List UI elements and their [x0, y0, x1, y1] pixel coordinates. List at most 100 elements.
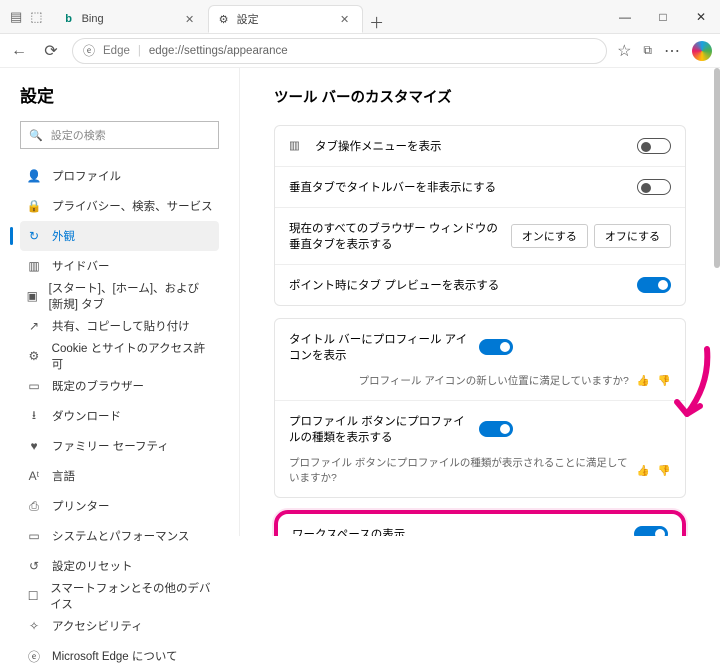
search-icon: 🔍	[29, 129, 43, 142]
section-heading: ツール バーのカスタマイズ	[274, 86, 686, 107]
nav-label: 既定のブラウザー	[52, 378, 144, 394]
personal-icon[interactable]: ▤	[10, 9, 22, 25]
nav-icon: ⓔ	[26, 648, 42, 665]
bing-icon: b	[62, 12, 76, 26]
nav-icon: ▭	[26, 379, 42, 393]
settings-main: ツール バーのカスタマイズ ▥ タブ操作メニューを表示 垂直タブでタイトルバーを…	[240, 68, 720, 536]
collections-icon[interactable]: ⧉	[643, 43, 652, 58]
thumbs-up-icon[interactable]: 👍	[637, 464, 650, 477]
copilot-icon[interactable]	[692, 41, 712, 61]
nav-label: プロファイル	[52, 168, 121, 184]
thumbs-down-icon[interactable]: 👎	[658, 464, 671, 477]
nav-label: 設定のリセット	[52, 558, 133, 574]
tab-title: Bing	[82, 13, 177, 25]
close-icon[interactable]: ✕	[338, 13, 352, 26]
settings-search[interactable]: 🔍 設定の検索	[20, 121, 219, 149]
row-profile-icon-titlebar: タイトル バーにプロフィール アイコンを表示 プロフィール アイコンの新しい位置…	[275, 319, 685, 400]
nav-icon: ♥	[26, 439, 42, 453]
url-label: Edge	[103, 45, 130, 57]
row-vertical-tabs-all: 現在のすべてのブラウザー ウィンドウの垂直タブを表示する オンにする オフにする	[275, 207, 685, 264]
toggle-hide-titlebar[interactable]	[637, 179, 671, 195]
address-bar: ← ⟳ ⓔ Edge | edge://settings/appearance …	[0, 34, 720, 68]
close-window-button[interactable]: ✕	[682, 0, 720, 34]
sidebar-item[interactable]: ↺ 設定のリセット	[20, 551, 219, 581]
nav-label: [スタート]、[ホーム]、および [新規] タブ	[49, 280, 213, 312]
more-icon[interactable]: ⋯	[664, 41, 680, 61]
nav-icon: ⎙	[26, 499, 42, 514]
nav-icon: ↗	[26, 319, 42, 333]
sidebar-item[interactable]: ⓔ Microsoft Edge について	[20, 641, 219, 671]
sidebar-item[interactable]: ▣ [スタート]、[ホーム]、および [新規] タブ	[20, 281, 219, 311]
sidebar-item[interactable]: ☐ スマートフォンとその他のデバイス	[20, 581, 219, 611]
tab-menu-icon: ▥	[289, 138, 305, 154]
sidebar-item[interactable]: 👤プロファイル	[20, 161, 219, 191]
tab-title: 設定	[237, 11, 332, 27]
nav-icon: ↺	[26, 559, 42, 573]
sidebar-item[interactable]: ▭システムとパフォーマンス	[20, 521, 219, 551]
nav-icon: Aᵗ	[26, 469, 42, 483]
sidebar-item[interactable]: ♥ファミリー セーフティ	[20, 431, 219, 461]
url-field[interactable]: ⓔ Edge | edge://settings/appearance	[72, 38, 607, 64]
nav-label: 言語	[52, 468, 75, 484]
panel-workspaces: ワークスペースの表示	[274, 510, 686, 536]
sidebar-item[interactable]: ⭳ ダウンロード	[20, 401, 219, 431]
scrollbar[interactable]	[714, 68, 720, 268]
row-show-workspaces: ワークスペースの表示	[278, 514, 682, 536]
titlebar: ▤ ⬚ b Bing ✕ ⚙ 設定 ✕ ＋ — □ ✕	[0, 0, 720, 34]
toggle-tab-actions-menu[interactable]	[637, 138, 671, 154]
sidebar-item[interactable]: Aᵗ 言語	[20, 461, 219, 491]
maximize-button[interactable]: □	[644, 0, 682, 34]
sidebar-item[interactable]: ⚙ Cookie とサイトのアクセス許可	[20, 341, 219, 371]
turn-on-button[interactable]: オンにする	[511, 224, 588, 248]
thumbs-up-icon[interactable]: 👍	[637, 374, 650, 387]
row-tab-actions-menu: ▥ タブ操作メニューを表示	[275, 126, 685, 166]
nav-label: Microsoft Edge について	[52, 648, 178, 664]
settings-sidebar: 設定 🔍 設定の検索 👤プロファイル🔒プライバシー、検索、サービス↻外観▥サイド…	[0, 68, 240, 536]
tab-settings[interactable]: ⚙ 設定 ✕	[208, 5, 363, 33]
workspaces-icon[interactable]: ⬚	[30, 9, 42, 25]
row-profile-type: プロファイル ボタンにプロファイルの種類を表示する プロファイル ボタンにプロフ…	[275, 400, 685, 497]
favorite-icon[interactable]: ☆	[617, 41, 631, 61]
close-icon[interactable]: ✕	[183, 13, 197, 26]
nav-icon: ▣	[26, 289, 39, 303]
thumbs-down-icon[interactable]: 👎	[658, 374, 671, 387]
nav-icon: ☐	[26, 589, 40, 603]
toggle-profile-icon-titlebar[interactable]	[479, 339, 513, 355]
sidebar-item[interactable]: 🔒プライバシー、検索、サービス	[20, 191, 219, 221]
panel-tab-actions: ▥ タブ操作メニューを表示 垂直タブでタイトルバーを非表示にする 現在のすべての…	[274, 125, 686, 306]
nav-icon: ⭳	[26, 406, 42, 427]
nav-label: プリンター	[52, 498, 110, 514]
nav-label: サイドバー	[52, 258, 110, 274]
nav-label: ダウンロード	[52, 408, 121, 424]
nav-label: 外観	[52, 228, 75, 244]
minimize-button[interactable]: —	[606, 0, 644, 34]
nav-label: システムとパフォーマンス	[52, 528, 189, 544]
nav-label: アクセシビリティ	[52, 618, 143, 634]
row-tab-preview: ポイント時にタブ プレビューを表示する	[275, 264, 685, 305]
nav-icon: ⚙	[26, 349, 42, 363]
refresh-button[interactable]: ⟳	[40, 41, 62, 61]
row-hide-titlebar: 垂直タブでタイトルバーを非表示にする	[275, 166, 685, 207]
panel-profile-display: タイトル バーにプロフィール アイコンを表示 プロフィール アイコンの新しい位置…	[274, 318, 686, 498]
sidebar-item[interactable]: ↗ 共有、コピーして貼り付け	[20, 311, 219, 341]
sidebar-item[interactable]: ↻外観	[20, 221, 219, 251]
new-tab-button[interactable]: ＋	[363, 12, 391, 33]
nav-label: Cookie とサイトのアクセス許可	[52, 340, 213, 372]
toggle-profile-type[interactable]	[479, 421, 513, 437]
edge-icon: ⓔ	[83, 42, 95, 59]
sidebar-item[interactable]: ⎙ プリンター	[20, 491, 219, 521]
settings-nav: 👤プロファイル🔒プライバシー、検索、サービス↻外観▥サイドバー ▣ [スタート]、[…	[20, 161, 219, 671]
search-placeholder: 設定の検索	[51, 127, 106, 143]
nav-label: スマートフォンとその他のデバイス	[50, 580, 213, 612]
nav-label: プライバシー、検索、サービス	[52, 198, 213, 214]
back-button[interactable]: ←	[8, 42, 30, 60]
nav-label: 共有、コピーして貼り付け	[52, 318, 190, 334]
sidebar-item[interactable]: ✧ アクセシビリティ	[20, 611, 219, 641]
toggle-show-workspaces[interactable]	[634, 526, 668, 536]
sidebar-item[interactable]: ▭ 既定のブラウザー	[20, 371, 219, 401]
toggle-tab-preview[interactable]	[637, 277, 671, 293]
nav-icon: ✧	[26, 619, 42, 633]
sidebar-item[interactable]: ▥サイドバー	[20, 251, 219, 281]
tab-bing[interactable]: b Bing ✕	[53, 5, 208, 33]
turn-off-button[interactable]: オフにする	[594, 224, 671, 248]
